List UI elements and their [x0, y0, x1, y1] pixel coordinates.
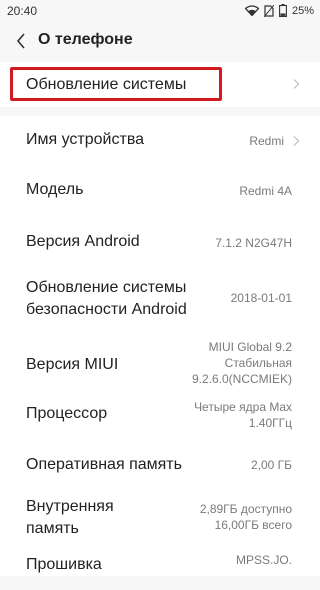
- list-item-firmware: Прошивка MPSS.JO.: [0, 550, 320, 590]
- highlight-box: [10, 67, 222, 101]
- processor-line1: Четыре ядра Max: [194, 400, 292, 414]
- list-item-model: Модель Redmi 4A: [0, 166, 320, 216]
- storage-label-line2: память: [26, 520, 79, 537]
- ram-label: Оперативная память: [26, 456, 182, 473]
- list-item-device-name[interactable]: Имя устройства Redmi: [0, 116, 320, 164]
- processor-label: Процессор: [26, 405, 108, 422]
- top-bar: О телефоне: [0, 24, 320, 60]
- storage-value: 2,89ГБ доступно 16,00ГБ всего: [200, 501, 292, 533]
- page-title: О телефоне: [38, 31, 133, 48]
- android-version-value: 7.1.2 N2G47H: [215, 236, 292, 250]
- security-patch-label-line1: Обновление системы: [26, 279, 187, 296]
- storage-line2: 16,00ГБ всего: [214, 518, 292, 532]
- storage-line1: 2,89ГБ доступно: [199, 502, 292, 516]
- status-bar: 20:40 25%: [0, 0, 320, 24]
- android-version-label: Версия Android: [26, 233, 140, 250]
- list-item-android-version: Версия Android 7.1.2 N2G47H: [0, 218, 320, 268]
- miui-version-line1: MIUI Global 9.2: [208, 340, 292, 354]
- list-item-ram: Оперативная память 2,00 ГБ: [0, 446, 320, 494]
- security-patch-label: Обновление системы безопасности Android: [26, 277, 187, 321]
- chevron-right-icon: [293, 136, 300, 146]
- storage-label: Внутренняя память: [26, 496, 114, 540]
- battery-level: 25%: [291, 4, 314, 17]
- list-item-security-patch: Обновление системы безопасности Android …: [0, 268, 320, 332]
- miui-version-label: Версия MIUI: [26, 356, 119, 373]
- list-item-storage: Внутренняя память 2,89ГБ доступно 16,00Г…: [0, 492, 320, 548]
- back-arrow-icon: [16, 33, 25, 49]
- device-name-label: Имя устройства: [26, 131, 145, 148]
- miui-version-value: MIUI Global 9.2 Стабильная 9.2.6.0(NCCMI…: [192, 339, 292, 387]
- ram-value: 2,00 ГБ: [250, 458, 292, 472]
- processor-line2: 1.40ГГц: [248, 416, 292, 430]
- back-button[interactable]: [10, 30, 32, 52]
- processor-value: Четыре ядра Max 1.40ГГц: [194, 399, 292, 431]
- model-label: Модель: [26, 181, 84, 198]
- security-patch-value: 2018-01-01: [230, 291, 292, 305]
- security-patch-label-line2: безопасности Android: [26, 301, 187, 318]
- model-value: Redmi 4A: [239, 184, 292, 198]
- firmware-label: Прошивка: [26, 556, 102, 573]
- battery-icon: [279, 4, 287, 17]
- chevron-right-icon: [293, 79, 300, 89]
- firmware-value: MPSS.JO.: [235, 553, 292, 567]
- wifi-icon: [244, 5, 259, 16]
- device-info-list: Имя устройства Redmi Модель Redmi 4A Вер…: [0, 116, 320, 576]
- list-item-miui-version: Версия MIUI MIUI Global 9.2 Стабильная 9…: [0, 332, 320, 396]
- status-time: 20:40: [7, 4, 38, 18]
- miui-version-line2: Стабильная: [224, 356, 292, 370]
- miui-version-line3: 9.2.6.0(NCCMIEK): [191, 372, 292, 386]
- no-sim-icon: [263, 4, 274, 17]
- storage-label-line1: Внутренняя: [26, 498, 114, 515]
- status-icons: 25%: [244, 4, 314, 17]
- device-name-value: Redmi: [249, 134, 284, 148]
- list-item-processor: Процессор Четыре ядра Max 1.40ГГц: [0, 394, 320, 444]
